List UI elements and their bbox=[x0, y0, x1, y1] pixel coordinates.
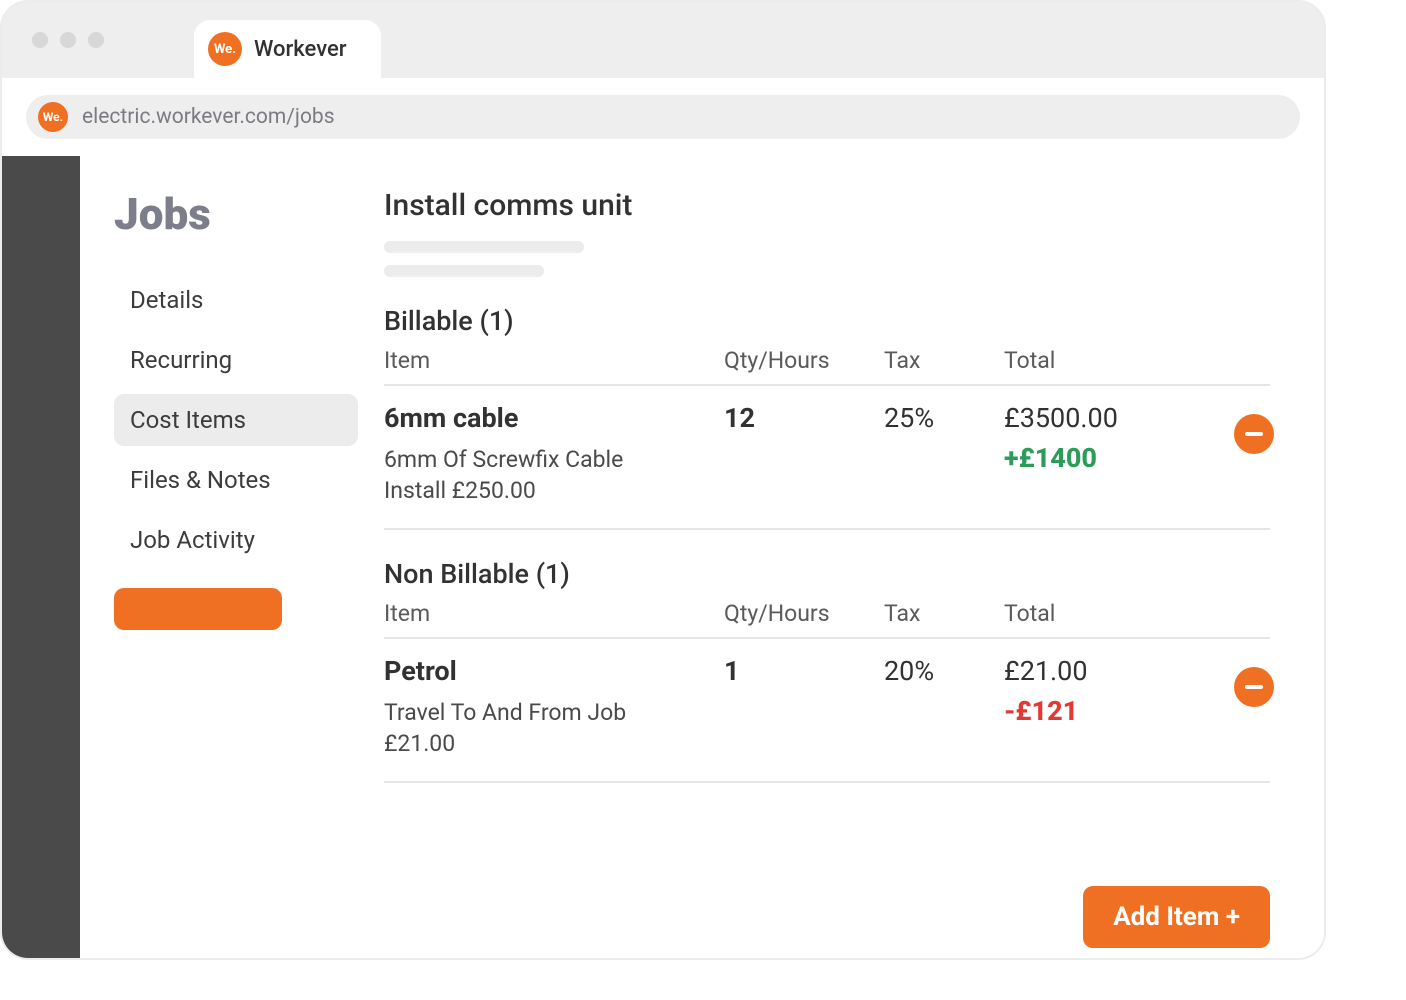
item-qty: 1 bbox=[724, 655, 884, 687]
sidebar-item-recurring[interactable]: Recurring bbox=[114, 334, 358, 386]
item-total: £3500.00 bbox=[1004, 402, 1184, 434]
window-dot[interactable] bbox=[60, 32, 76, 48]
item-qty: 12 bbox=[724, 402, 884, 434]
col-item: Item bbox=[384, 347, 724, 374]
nav-rail bbox=[2, 156, 80, 958]
remove-row-button[interactable] bbox=[1234, 667, 1274, 707]
item-delta: +£1400 bbox=[1004, 442, 1184, 474]
brand-icon: We. bbox=[208, 32, 242, 66]
skeleton-line bbox=[384, 265, 544, 277]
sidebar-item-job-activity[interactable]: Job Activity bbox=[114, 514, 358, 566]
skeleton-line bbox=[384, 241, 584, 253]
col-tax: Tax bbox=[884, 347, 1004, 374]
sidebar-action-button[interactable] bbox=[114, 588, 282, 630]
minus-icon bbox=[1245, 685, 1263, 689]
tab-title: Workever bbox=[254, 37, 347, 62]
sidebar-item-details[interactable]: Details bbox=[114, 274, 358, 326]
table-header: Item Qty/Hours Tax Total bbox=[384, 600, 1270, 639]
table-row: Petrol Travel To And From Job £21.00 1 2… bbox=[384, 639, 1270, 783]
brand-icon: We. bbox=[38, 102, 68, 132]
window-dot[interactable] bbox=[88, 32, 104, 48]
item-desc: 6mm Of Screwfix Cable Install £250.00 bbox=[384, 444, 684, 506]
remove-row-button[interactable] bbox=[1234, 414, 1274, 454]
col-tax: Tax bbox=[884, 600, 1004, 627]
sidebar-item-cost-items[interactable]: Cost Items bbox=[114, 394, 358, 446]
item-delta: -£121 bbox=[1004, 695, 1184, 727]
item-name: 6mm cable bbox=[384, 402, 724, 434]
browser-window: We. Workever We. electric.workever.com/j… bbox=[0, 0, 1326, 960]
item-name: Petrol bbox=[384, 655, 724, 687]
job-title: Install comms unit bbox=[384, 188, 1270, 223]
add-item-button[interactable]: Add Item + bbox=[1083, 886, 1270, 948]
url-row: We. electric.workever.com/jobs bbox=[2, 78, 1324, 156]
table-row: 6mm cable 6mm Of Screwfix Cable Install … bbox=[384, 386, 1270, 530]
section-title-billable: Billable (1) bbox=[384, 305, 1270, 337]
app-body: Jobs Details Recurring Cost Items Files … bbox=[2, 156, 1324, 958]
col-item: Item bbox=[384, 600, 724, 627]
col-total: Total bbox=[1004, 600, 1184, 627]
item-total: £21.00 bbox=[1004, 655, 1184, 687]
window-dot[interactable] bbox=[32, 32, 48, 48]
item-tax: 25% bbox=[884, 402, 1004, 434]
main-content: Install comms unit Billable (1) Item Qty… bbox=[370, 156, 1324, 958]
col-qty: Qty/Hours bbox=[724, 347, 884, 374]
sidebar: Jobs Details Recurring Cost Items Files … bbox=[80, 156, 370, 958]
table-header: Item Qty/Hours Tax Total bbox=[384, 347, 1270, 386]
browser-tab-strip: We. Workever bbox=[2, 2, 1324, 78]
non-billable-table: Item Qty/Hours Tax Total Petrol Travel T… bbox=[384, 600, 1270, 783]
window-controls bbox=[32, 32, 104, 48]
section-title-non-billable: Non Billable (1) bbox=[384, 558, 1270, 590]
sidebar-item-files-notes[interactable]: Files & Notes bbox=[114, 454, 358, 506]
page-title: Jobs bbox=[114, 188, 358, 240]
url-bar[interactable]: We. electric.workever.com/jobs bbox=[26, 95, 1300, 139]
col-total: Total bbox=[1004, 347, 1184, 374]
url-text: electric.workever.com/jobs bbox=[82, 105, 335, 129]
item-tax: 20% bbox=[884, 655, 1004, 687]
browser-tab[interactable]: We. Workever bbox=[194, 20, 381, 78]
col-qty: Qty/Hours bbox=[724, 600, 884, 627]
billable-table: Item Qty/Hours Tax Total 6mm cable 6mm O… bbox=[384, 347, 1270, 530]
item-desc: Travel To And From Job £21.00 bbox=[384, 697, 684, 759]
minus-icon bbox=[1245, 432, 1263, 436]
